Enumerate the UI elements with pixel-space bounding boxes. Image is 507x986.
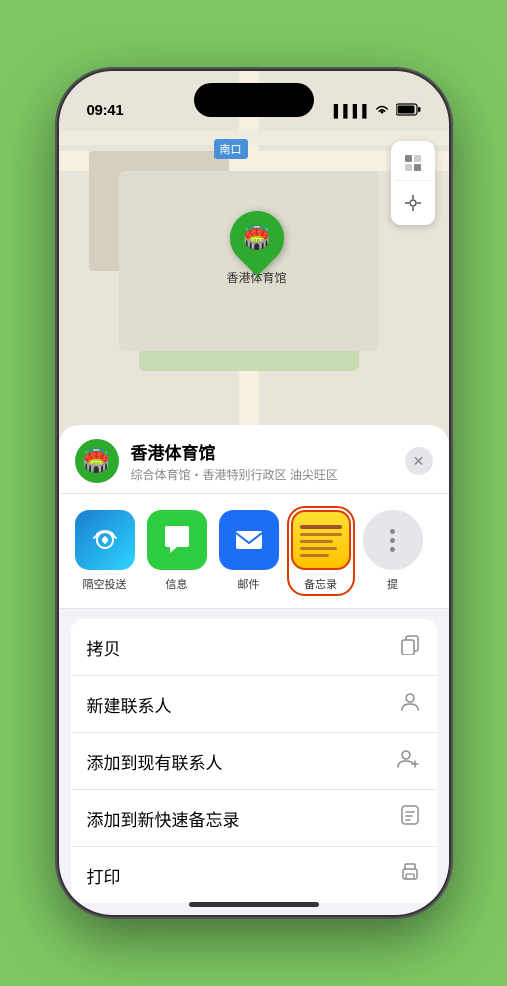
share-notes[interactable]: 备忘录 xyxy=(291,510,351,592)
wifi-icon xyxy=(374,104,390,119)
copy-label: 拷贝 xyxy=(87,635,121,660)
action-add-existing[interactable]: 添加到现有联系人 xyxy=(71,733,437,790)
add-notes-label: 添加到新快速备忘录 xyxy=(87,806,240,831)
copy-icon xyxy=(399,633,421,661)
location-button[interactable] xyxy=(395,185,431,221)
share-messages[interactable]: 信息 xyxy=(147,510,207,592)
phone-screen: 09:41 ▐▐▐▐ xyxy=(59,71,449,915)
mail-icon xyxy=(219,510,279,570)
map-pin-circle: 🏟️ xyxy=(218,200,294,276)
notes-icon xyxy=(291,510,351,570)
print-label: 打印 xyxy=(87,863,121,888)
add-notes-icon xyxy=(399,804,421,832)
venue-description: 综合体育馆・香港特别行政区 油尖旺区 xyxy=(131,466,393,483)
new-contact-label: 新建联系人 xyxy=(87,692,172,717)
map-pin-icon: 🏟️ xyxy=(243,225,270,251)
action-add-notes[interactable]: 添加到新快速备忘录 xyxy=(71,790,437,847)
phone-frame: 09:41 ▐▐▐▐ xyxy=(59,71,449,915)
messages-icon xyxy=(147,510,207,570)
signal-icon: ▐▐▐▐ xyxy=(329,104,367,118)
action-print[interactable]: 打印 xyxy=(71,847,437,903)
venue-icon: 🏟️ xyxy=(75,439,119,483)
share-mail[interactable]: 邮件 xyxy=(219,510,279,592)
south-entrance-label: 南口 xyxy=(214,139,248,159)
airdrop-label: 隔空投送 xyxy=(83,576,127,592)
new-contact-icon xyxy=(399,690,421,718)
print-icon xyxy=(399,861,421,889)
battery-icon xyxy=(396,103,421,119)
action-new-contact[interactable]: 新建联系人 xyxy=(71,676,437,733)
action-list: 拷贝 新建联系人 xyxy=(71,619,437,903)
map-control-panel xyxy=(391,141,435,225)
dot1 xyxy=(390,529,395,534)
map-type-button[interactable] xyxy=(395,145,431,181)
venue-info: 香港体育馆 综合体育馆・香港特别行政区 油尖旺区 xyxy=(131,439,393,483)
share-row: 隔空投送 信息 xyxy=(59,494,449,609)
map-pin: 🏟️ 香港体育馆 xyxy=(227,211,287,286)
home-indicator xyxy=(189,902,319,907)
add-existing-icon xyxy=(397,747,421,775)
messages-label: 信息 xyxy=(166,576,188,592)
sheet-header: 🏟️ 香港体育馆 综合体育馆・香港特别行政区 油尖旺区 ✕ xyxy=(59,425,449,494)
share-more[interactable]: 提 xyxy=(363,510,423,592)
share-airdrop[interactable]: 隔空投送 xyxy=(75,510,135,592)
map-path xyxy=(59,131,449,145)
venue-name: 香港体育馆 xyxy=(131,439,393,464)
mail-label: 邮件 xyxy=(238,576,260,592)
more-icon xyxy=(363,510,423,570)
airdrop-icon xyxy=(75,510,135,570)
status-icons: ▐▐▐▐ xyxy=(329,103,420,119)
status-time: 09:41 xyxy=(87,102,124,119)
dot3 xyxy=(390,547,395,552)
bottom-sheet: 🏟️ 香港体育馆 综合体育馆・香港特别行政区 油尖旺区 ✕ xyxy=(59,425,449,915)
action-copy[interactable]: 拷贝 xyxy=(71,619,437,676)
notes-label: 备忘录 xyxy=(304,576,337,592)
close-button[interactable]: ✕ xyxy=(405,447,433,475)
add-existing-label: 添加到现有联系人 xyxy=(87,749,223,774)
dot2 xyxy=(390,538,395,543)
more-label: 提 xyxy=(387,576,398,592)
dynamic-island xyxy=(194,83,314,117)
